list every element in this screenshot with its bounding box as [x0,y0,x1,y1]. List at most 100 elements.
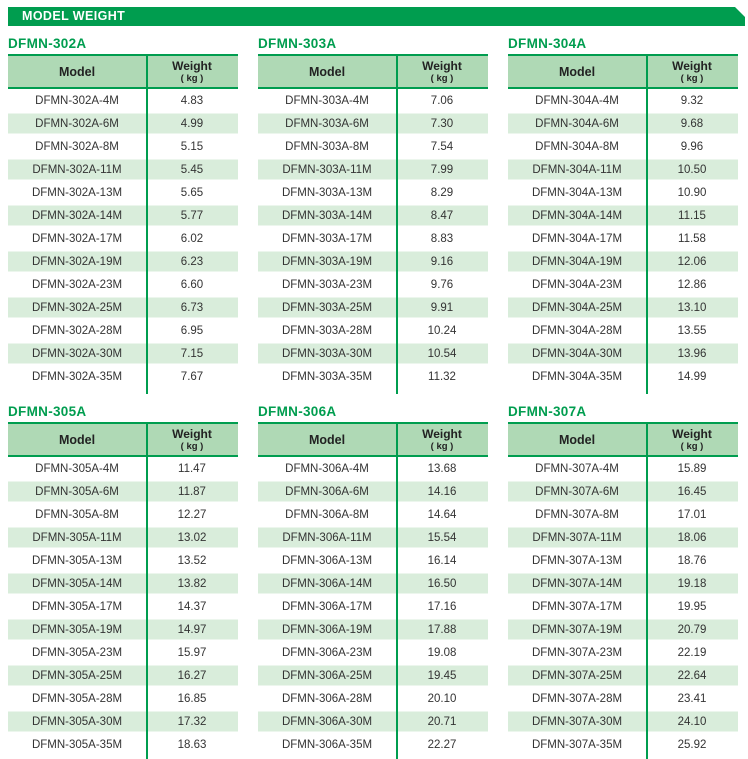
weight-cell: 9.16 [430,255,454,268]
table-row: DFMN-303A-11M 7.99 [258,158,488,181]
table-row: DFMN-306A-25M 19.45 [258,664,488,687]
table-row: DFMN-303A-23M 9.76 [258,273,488,296]
table-row: DFMN-306A-6M 14.16 [258,480,488,503]
weight-cell: 14.16 [427,485,457,498]
table-body: DFMN-302A-4M 4.83 DFMN-302A-6M 4.99 DFMN… [8,89,238,388]
model-cell: DFMN-306A-30M [281,715,373,728]
table-title: DFMN-302A [8,36,87,51]
table-row: DFMN-302A-6M 4.99 [8,112,238,135]
table-row: DFMN-303A-13M 8.29 [258,181,488,204]
model-column-header: Model [58,432,96,447]
model-cell: DFMN-307A-11M [532,531,622,544]
weight-cell: 25.92 [677,738,707,751]
weight-cell: 22.27 [427,738,457,751]
weight-header-label: Weight [172,58,212,73]
weight-header-unit: ( kg ) [180,72,204,84]
model-cell: DFMN-304A-4M [535,94,619,107]
model-cell: DFMN-306A-35M [281,738,373,751]
table-row: DFMN-303A-14M 8.47 [258,204,488,227]
weight-cell: 7.15 [180,347,204,360]
weight-cell: 9.76 [430,278,454,291]
model-cell: DFMN-303A-4M [285,94,369,107]
weight-cell: 17.01 [677,508,707,521]
table-row: DFMN-304A-28M 13.55 [508,319,738,342]
model-cell: DFMN-302A-8M [35,140,119,153]
model-cell: DFMN-302A-28M [31,324,123,337]
weight-cell: 9.68 [680,117,704,130]
model-cell: DFMN-305A-14M [31,577,123,590]
weight-cell: 6.60 [180,278,204,291]
table-row: DFMN-304A-23M 12.86 [508,273,738,296]
table-row: DFMN-307A-30M 24.10 [508,710,738,733]
weight-table: Model Weight ( kg ) DFMN-306A-4M 13.68 D… [258,422,488,759]
table-title: DFMN-305A [8,404,87,419]
model-cell: DFMN-304A-14M [531,209,623,222]
model-cell: DFMN-305A-6M [35,485,119,498]
model-cell: DFMN-302A-19M [31,255,123,268]
table-row: DFMN-306A-23M 19.08 [258,641,488,664]
model-cell: DFMN-303A-19M [281,255,373,268]
weight-cell: 10.50 [677,163,707,176]
model-cell: DFMN-302A-25M [31,301,123,314]
model-cell: DFMN-305A-13M [31,554,123,567]
table-row: DFMN-306A-35M 22.27 [258,733,488,756]
model-cell: DFMN-305A-8M [35,508,119,521]
weight-header-label: Weight [422,426,462,441]
model-cell: DFMN-306A-19M [281,623,373,636]
table-body: DFMN-304A-4M 9.32 DFMN-304A-6M 9.68 DFMN… [508,89,738,388]
weight-cell: 5.65 [180,186,204,199]
weight-column-header: Weight ( kg ) [646,56,738,87]
weight-header-label: Weight [672,58,712,73]
weight-table-dfmn-302a: DFMN-302A Model Weight ( kg ) DFMN-302A-… [8,36,238,394]
column-divider [396,56,398,394]
model-cell: DFMN-306A-6M [285,485,369,498]
weight-cell: 7.54 [430,140,454,153]
model-cell: DFMN-302A-14M [31,209,123,222]
table-row: DFMN-302A-4M 4.83 [8,89,238,112]
table-row: DFMN-306A-13M 16.14 [258,549,488,572]
weight-cell: 13.55 [677,324,707,337]
weight-cell: 17.16 [427,600,457,613]
model-cell: DFMN-306A-17M [281,600,373,613]
table-row: DFMN-305A-14M 13.82 [8,572,238,595]
model-cell: DFMN-307A-8M [535,508,619,521]
table-body: DFMN-305A-4M 11.47 DFMN-305A-6M 11.87 DF… [8,457,238,756]
model-cell: DFMN-306A-11M [282,531,372,544]
table-row: DFMN-307A-25M 22.64 [508,664,738,687]
model-cell: DFMN-305A-4M [35,462,119,475]
model-cell: DFMN-305A-11M [32,531,122,544]
weight-cell: 8.29 [430,186,454,199]
model-cell: DFMN-303A-30M [281,347,373,360]
model-column-header: Model [558,432,596,447]
weight-column-header: Weight ( kg ) [396,424,488,455]
model-cell: DFMN-305A-35M [31,738,123,751]
weight-cell: 15.54 [427,531,457,544]
weight-cell: 19.08 [427,646,457,659]
table-row: DFMN-304A-14M 11.15 [508,204,738,227]
weight-cell: 13.52 [177,554,207,567]
table-title: DFMN-304A [508,36,587,51]
weight-cell: 5.77 [180,209,204,222]
table-row: DFMN-304A-11M 10.50 [508,158,738,181]
table-row: DFMN-305A-25M 16.27 [8,664,238,687]
weight-table: Model Weight ( kg ) DFMN-303A-4M 7.06 DF… [258,54,488,394]
model-cell: DFMN-305A-17M [31,600,123,613]
table-body: DFMN-306A-4M 13.68 DFMN-306A-6M 14.16 DF… [258,457,488,756]
weight-header-label: Weight [172,426,212,441]
weight-cell: 20.10 [427,692,457,705]
table-row: DFMN-304A-8M 9.96 [508,135,738,158]
weight-cell: 6.23 [180,255,204,268]
table-row: DFMN-306A-19M 17.88 [258,618,488,641]
model-weight-page: MODEL WEIGHT DFMN-302A Model Weight ( kg… [0,0,748,759]
weight-cell: 7.30 [430,117,454,130]
table-row: DFMN-303A-28M 10.24 [258,319,488,342]
table-row: DFMN-304A-35M 14.99 [508,365,738,388]
table-row: DFMN-307A-6M 16.45 [508,480,738,503]
model-cell: DFMN-307A-23M [531,646,623,659]
table-row: DFMN-304A-30M 13.96 [508,342,738,365]
model-cell: DFMN-304A-23M [531,278,623,291]
table-row: DFMN-305A-23M 15.97 [8,641,238,664]
model-cell: DFMN-306A-4M [285,462,369,475]
model-cell: DFMN-306A-8M [285,508,369,521]
model-cell: DFMN-305A-28M [31,692,123,705]
